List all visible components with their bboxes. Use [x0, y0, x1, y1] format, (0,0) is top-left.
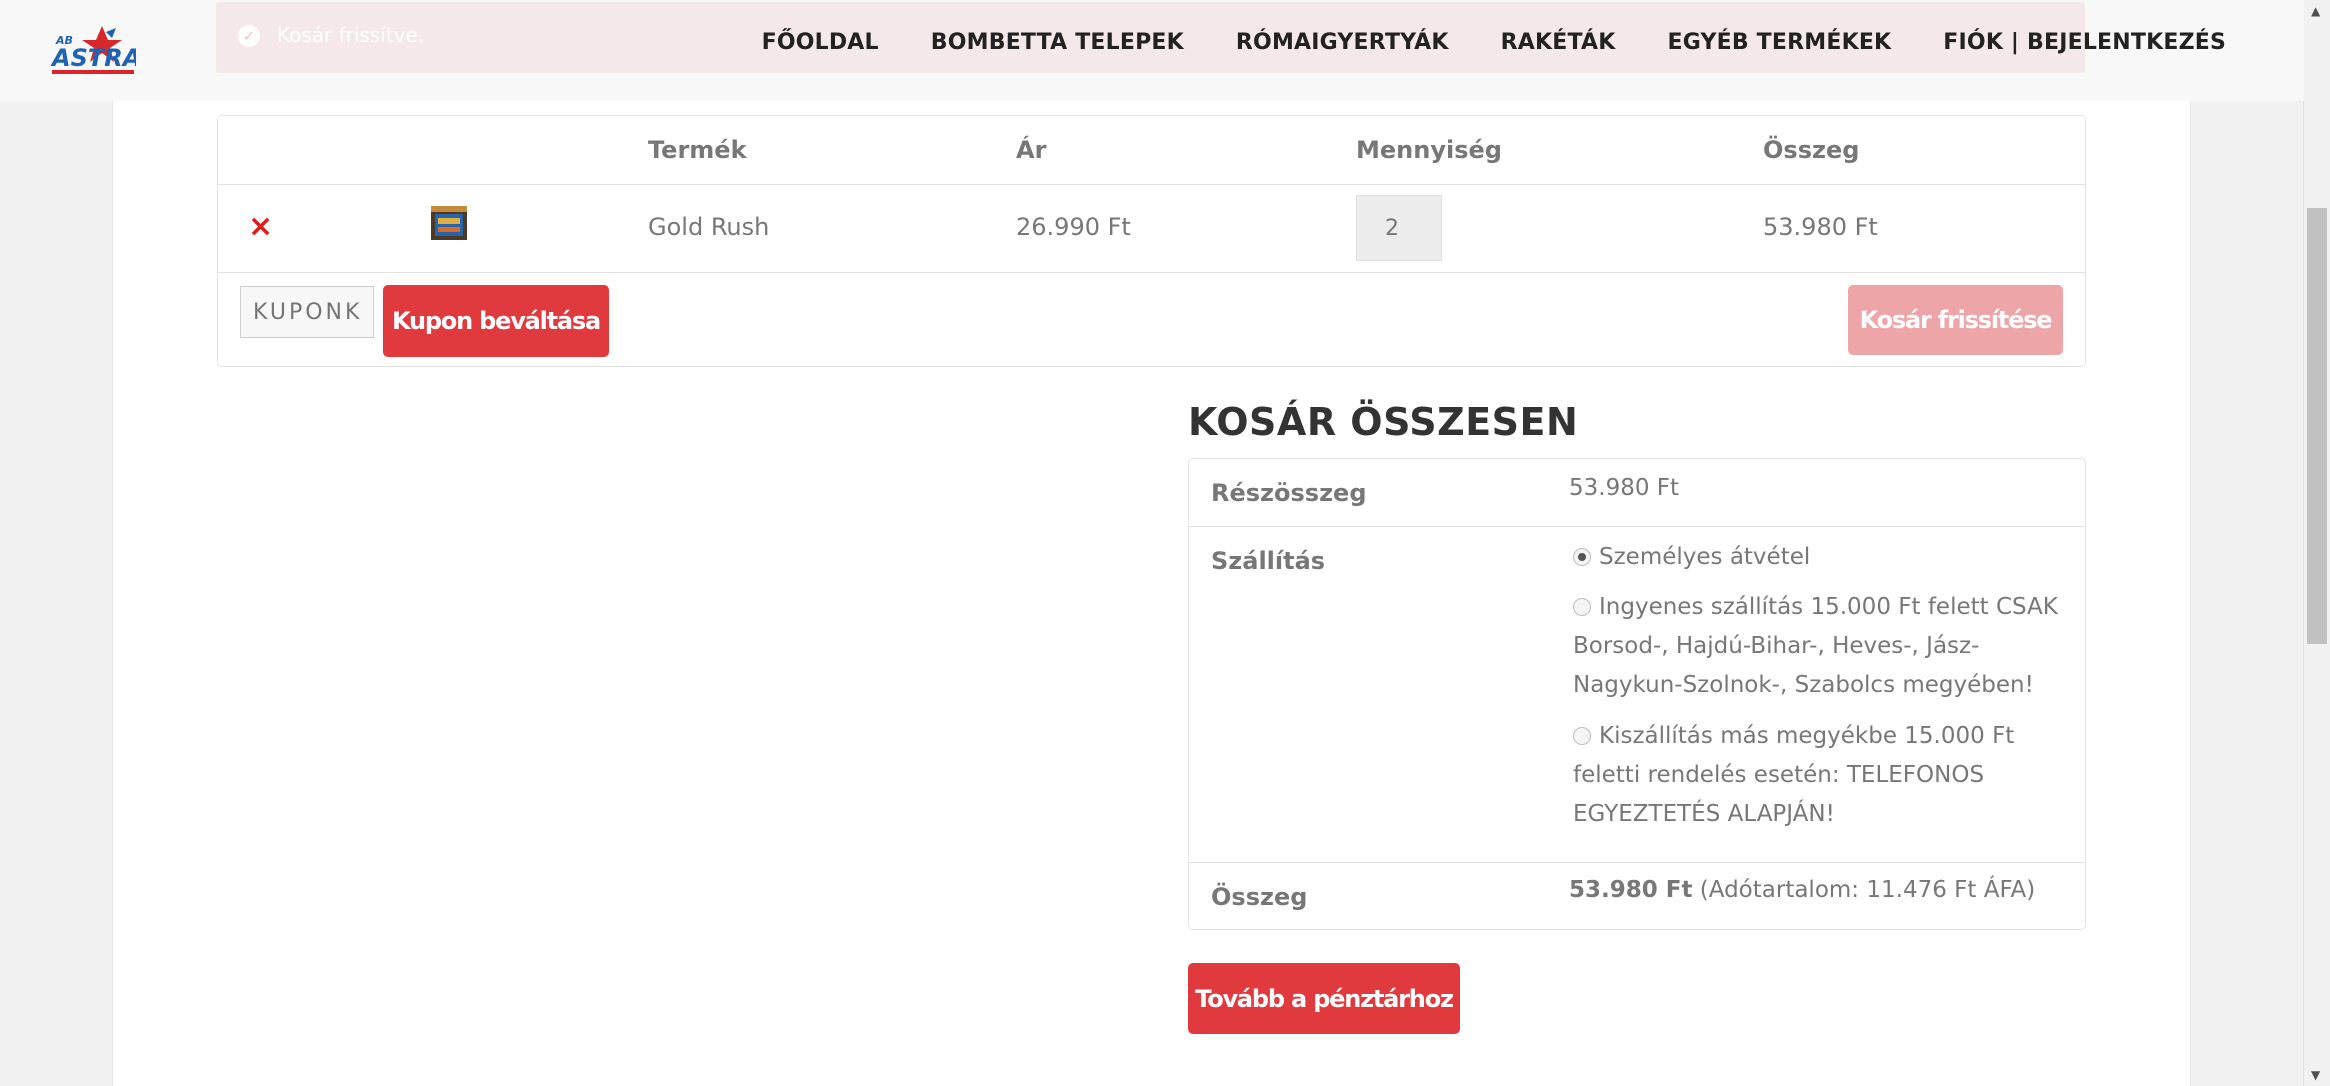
- cart-totals-table: Részösszeg 53.980 Ft Szállítás Személyes…: [1188, 458, 2086, 930]
- notice-text: Kosár frissítve.: [277, 23, 425, 47]
- cart-table-header: Termék Ár Mennyiség Összeg: [218, 116, 2085, 185]
- vertical-scrollbar[interactable]: ▲ ▼: [2303, 0, 2330, 1086]
- item-price: 26.990 Ft: [1016, 213, 1131, 241]
- header-price: Ár: [1016, 136, 1047, 164]
- subtotal-row: Részösszeg 53.980 Ft: [1189, 459, 2085, 527]
- table-row: × Gold Rush 26.990 Ft 53.980 Ft: [218, 185, 2085, 273]
- header-product: Termék: [648, 136, 747, 164]
- nav-item-account[interactable]: FIÓK | BEJELENTKEZÉS: [1943, 30, 2226, 55]
- scroll-down-arrow-icon[interactable]: ▼: [2311, 1068, 2320, 1082]
- shipping-row: Szállítás Személyes átvétel Ingyenes szá…: [1189, 527, 2085, 863]
- coupon-input[interactable]: [240, 286, 374, 338]
- nav-item-romaigyertyak[interactable]: RÓMAIGYERTYÁK: [1236, 30, 1449, 55]
- remove-item-icon[interactable]: ×: [248, 209, 273, 244]
- shipping-option-personal[interactable]: Személyes átvétel: [1573, 538, 2063, 577]
- svg-text:ASTRA: ASTRA: [50, 44, 136, 72]
- astra-logo[interactable]: AB ASTRA: [50, 22, 136, 80]
- total-label: Összeg: [1211, 883, 1308, 911]
- radio-checked-icon[interactable]: [1573, 548, 1591, 566]
- nav-item-raketak[interactable]: RAKÉTÁK: [1501, 30, 1616, 55]
- item-subtotal: 53.980 Ft: [1763, 213, 1878, 241]
- main-nav: FŐOLDAL BOMBETTA TELEPEK RÓMAIGYERTYÁK R…: [762, 30, 2226, 55]
- cart-table: Termék Ár Mennyiség Összeg × Gold Rush 2…: [217, 115, 2086, 367]
- scroll-up-arrow-icon[interactable]: ▲: [2311, 4, 2320, 18]
- cart-totals-title: KOSÁR ÖSSZESEN: [1188, 400, 1579, 444]
- quantity-input[interactable]: [1356, 195, 1442, 261]
- update-cart-button[interactable]: Kosár frissítése: [1848, 285, 2063, 355]
- header-subtotal: Összeg: [1763, 136, 1860, 164]
- radio-icon[interactable]: [1573, 598, 1591, 616]
- check-circle-icon: ✓: [238, 25, 260, 47]
- subtotal-label: Részösszeg: [1211, 479, 1367, 507]
- shipping-option-free[interactable]: Ingyenes szállítás 15.000 Ft felett CSAK…: [1573, 588, 2063, 705]
- header-quantity: Mennyiség: [1356, 136, 1502, 164]
- proceed-to-checkout-button[interactable]: Tovább a pénztárhoz: [1188, 963, 1460, 1034]
- nav-item-bombetta[interactable]: BOMBETTA TELEPEK: [931, 30, 1184, 55]
- nav-item-egyeb[interactable]: EGYÉB TERMÉKEK: [1667, 30, 1891, 55]
- scrollbar-thumb[interactable]: [2307, 208, 2327, 644]
- nav-item-home[interactable]: FŐOLDAL: [762, 30, 879, 55]
- apply-coupon-button[interactable]: Kupon beváltása: [383, 285, 609, 357]
- site-header: AB ASTRA ✓ Kosár frissítve. FŐOLDAL BOMB…: [0, 0, 2304, 101]
- total-value: 53.980 Ft: [1569, 877, 1693, 903]
- total-value-line: 53.980 Ft (Adótartalom: 11.476 Ft ÁFA): [1569, 877, 2035, 903]
- item-name[interactable]: Gold Rush: [648, 213, 769, 241]
- radio-icon[interactable]: [1573, 727, 1591, 745]
- subtotal-value: 53.980 Ft: [1569, 475, 1680, 501]
- total-row: Összeg 53.980 Ft (Adótartalom: 11.476 Ft…: [1189, 863, 2085, 928]
- product-thumbnail[interactable]: [428, 200, 470, 244]
- tax-note: (Adótartalom: 11.476 Ft ÁFA): [1699, 877, 2036, 903]
- shipping-option-other-county[interactable]: Kiszállítás más megyékbe 15.000 Ft felet…: [1573, 717, 2063, 834]
- shipping-label: Szállítás: [1211, 547, 1326, 575]
